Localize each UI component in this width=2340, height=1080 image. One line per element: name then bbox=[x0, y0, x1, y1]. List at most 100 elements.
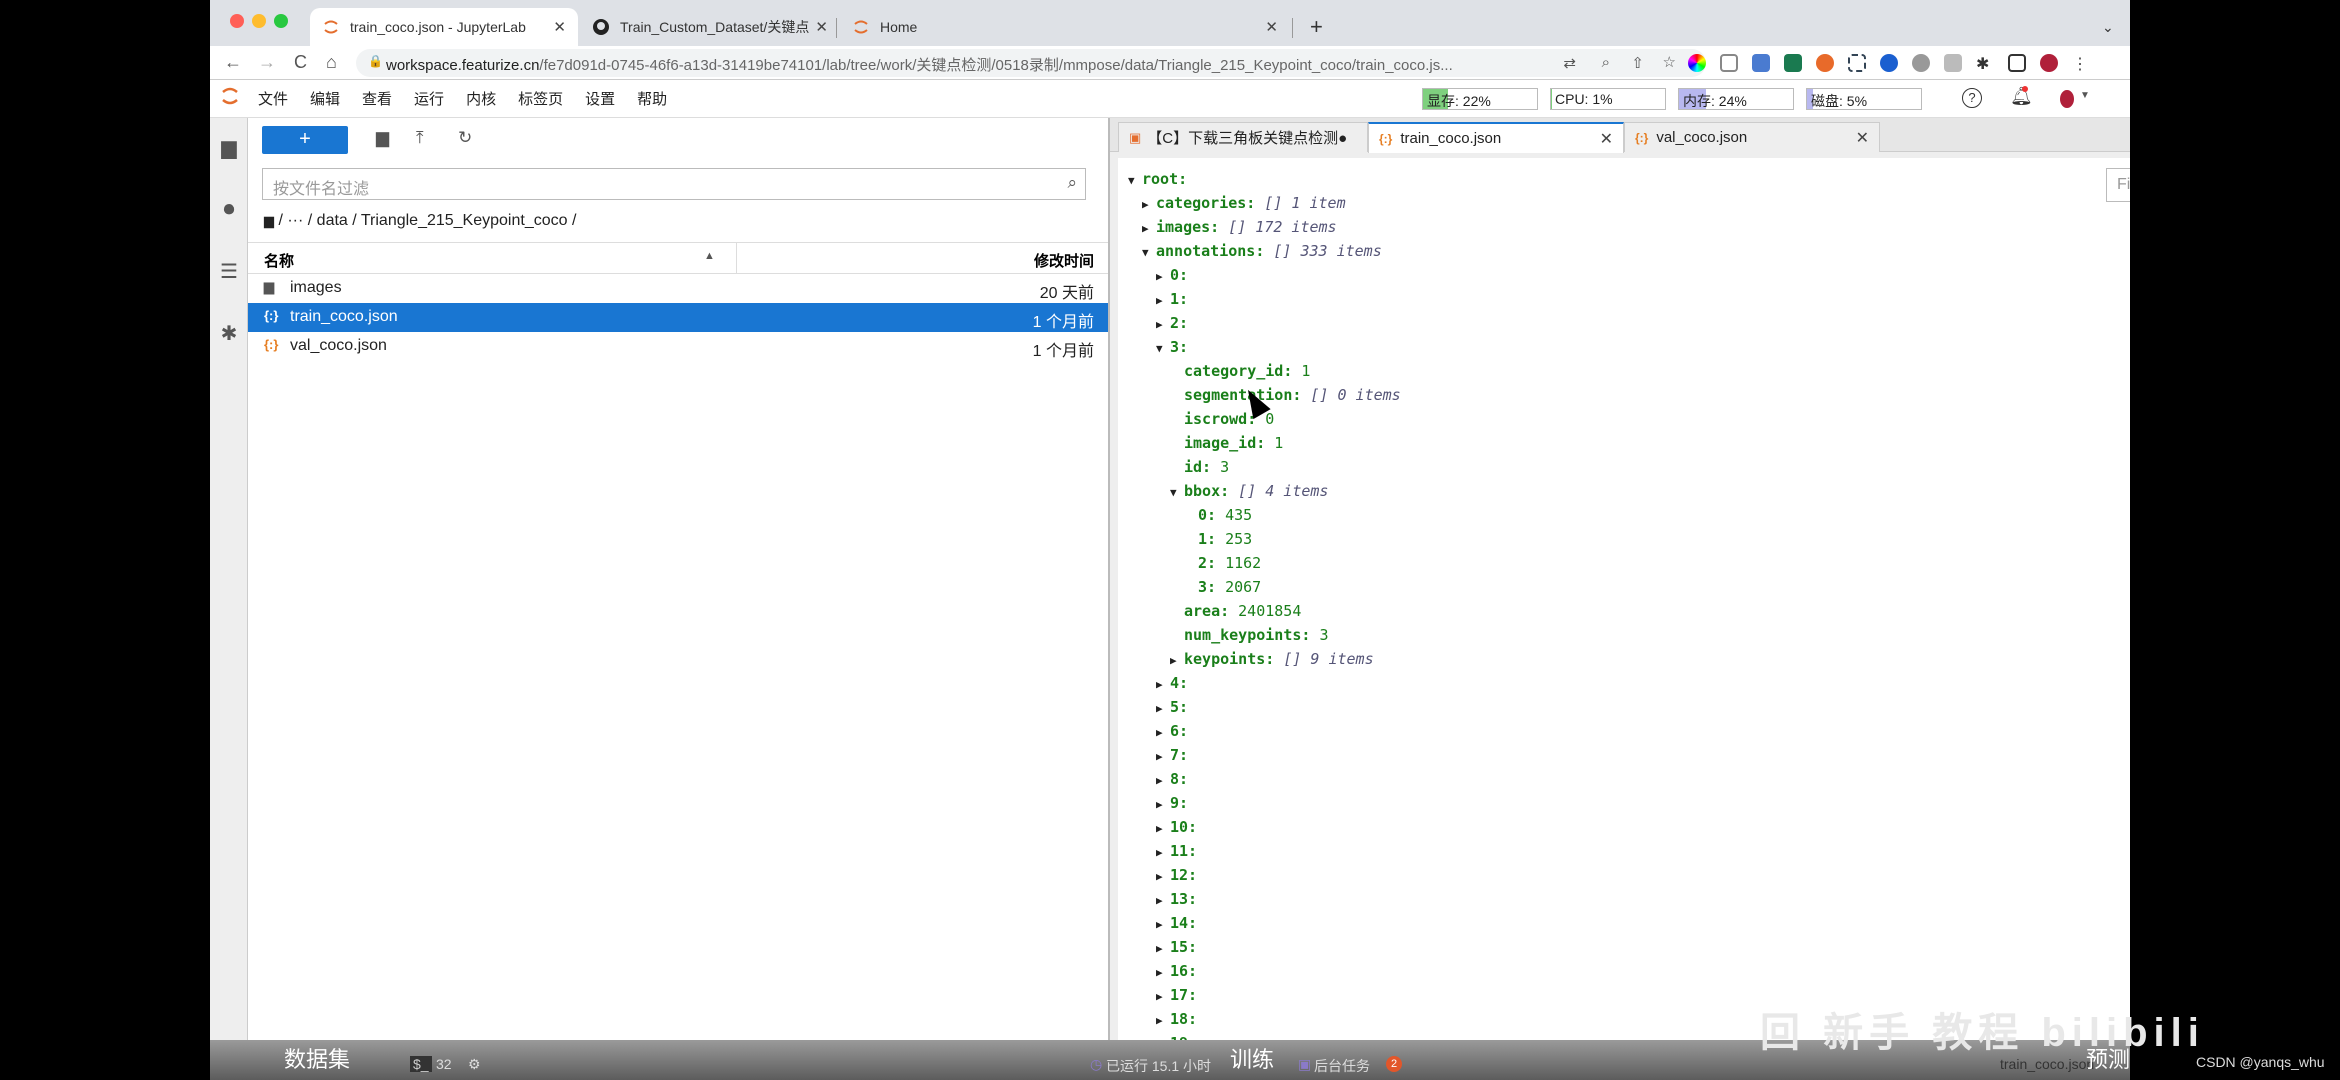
json-tree-row[interactable]: ▶ 13: bbox=[1156, 888, 1197, 910]
doc-tab-val-coco[interactable]: {:} val_coco.json ✕ bbox=[1624, 122, 1880, 152]
collapse-caret-right-icon[interactable]: ▶ bbox=[1156, 842, 1170, 864]
json-tree-row[interactable]: ▶ 18: bbox=[1156, 1008, 1197, 1030]
json-filter-input[interactable]: Filter... ⌕ bbox=[2106, 168, 2130, 202]
menu-edit[interactable]: 编辑 bbox=[310, 88, 340, 109]
expand-caret-down-icon[interactable]: ▼ bbox=[1170, 482, 1184, 504]
expand-caret-down-icon[interactable]: ▼ bbox=[1128, 170, 1142, 192]
menu-view[interactable]: 查看 bbox=[362, 88, 392, 109]
column-modified-header[interactable]: 修改时间 bbox=[1034, 250, 1094, 271]
browser-menu-icon[interactable]: ⋮ bbox=[2072, 54, 2090, 73]
collapse-caret-right-icon[interactable]: ▶ bbox=[1156, 290, 1170, 312]
user-avatar[interactable] bbox=[2060, 90, 2074, 108]
collapse-caret-right-icon[interactable]: ▶ bbox=[1156, 770, 1170, 792]
sort-ascending-icon[interactable]: ▲ bbox=[704, 250, 715, 262]
json-tree-row[interactable]: ▶ 7: bbox=[1156, 744, 1188, 766]
extension-orange-icon[interactable] bbox=[1816, 54, 1834, 72]
new-folder-icon[interactable]: ▆ bbox=[376, 128, 389, 148]
json-tree-row[interactable]: ▶ images: [] 172 items bbox=[1142, 216, 1337, 238]
new-launcher-button[interactable]: + bbox=[262, 126, 348, 154]
browser-tab-jupyterlab[interactable]: train_coco.json - JupyterLab ✕ bbox=[310, 8, 578, 46]
file-row[interactable]: {:} val_coco.json 1 个月前 bbox=[248, 332, 1108, 361]
json-tree-row[interactable]: ▶ keypoints: [] 9 items bbox=[1170, 648, 1374, 670]
refresh-icon[interactable]: ↻ bbox=[458, 128, 472, 148]
doc-tab-notebook[interactable]: ▣ 【C】下载三角板关键点检测● bbox=[1118, 122, 1368, 152]
collapse-caret-right-icon[interactable]: ▶ bbox=[1156, 914, 1170, 936]
collapse-caret-right-icon[interactable]: ▶ bbox=[1156, 266, 1170, 288]
collapse-caret-right-icon[interactable]: ▶ bbox=[1156, 674, 1170, 696]
json-tree-row[interactable]: ▶ 9: bbox=[1156, 792, 1188, 814]
close-tab-icon[interactable]: ✕ bbox=[815, 18, 828, 36]
extension-grid-icon[interactable] bbox=[1944, 54, 1962, 72]
extensions-puzzle-icon[interactable]: ✱ bbox=[1976, 54, 1994, 73]
json-tree-row[interactable]: ▶ 6: bbox=[1156, 720, 1188, 742]
json-tree-row[interactable]: ▶ 2: bbox=[1156, 312, 1188, 334]
json-tree-row[interactable]: ▼ root: bbox=[1128, 168, 1187, 190]
collapse-caret-right-icon[interactable]: ▶ bbox=[1142, 218, 1156, 240]
json-tree-row[interactable]: ▶ 0: bbox=[1156, 264, 1188, 286]
menu-tabs[interactable]: 标签页 bbox=[518, 88, 563, 109]
file-filter-input[interactable]: 按文件名过滤 ⌕ bbox=[262, 168, 1086, 200]
breadcrumb-path[interactable]: / ··· / data / Triangle_215_Keypoint_coc… bbox=[278, 212, 576, 229]
collapse-caret-right-icon[interactable]: ▶ bbox=[1156, 890, 1170, 912]
collapse-caret-right-icon[interactable]: ▶ bbox=[1156, 938, 1170, 960]
folder-icon[interactable]: ▆ bbox=[218, 136, 240, 159]
extension-puzzle-icon[interactable]: ✱ bbox=[218, 322, 240, 345]
collapse-caret-right-icon[interactable]: ▶ bbox=[1156, 962, 1170, 984]
extension-gray-icon[interactable] bbox=[1912, 54, 1930, 72]
profile-avatar[interactable] bbox=[2040, 54, 2058, 72]
json-tree-row[interactable]: ▶ 17: bbox=[1156, 984, 1197, 1006]
doc-tab-train-coco[interactable]: {:} train_coco.json ✕ bbox=[1368, 122, 1624, 153]
collapse-caret-right-icon[interactable]: ▶ bbox=[1156, 794, 1170, 816]
json-tree-row[interactable]: ▶19: bbox=[1156, 1032, 1197, 1040]
collapse-caret-right-icon[interactable]: ▶ bbox=[1156, 986, 1170, 1008]
json-tree-row[interactable]: ▶ categories: [] 1 item bbox=[1142, 192, 1346, 214]
kernel-gear-icon[interactable]: ⚙ bbox=[468, 1056, 481, 1073]
json-tree-row[interactable]: ▶ 11: bbox=[1156, 840, 1197, 862]
expand-caret-down-icon[interactable]: ▼ bbox=[1156, 338, 1170, 360]
extension-color-icon[interactable] bbox=[1688, 54, 1706, 72]
share-icon[interactable]: ⇧ bbox=[1631, 54, 1644, 72]
json-tree-row[interactable]: ▼ bbox: [] 4 items bbox=[1170, 480, 1328, 502]
json-tree-row[interactable]: ▶ 15: bbox=[1156, 936, 1197, 958]
json-tree-row[interactable]: ▶ 1: bbox=[1156, 288, 1188, 310]
menu-help[interactable]: 帮助 bbox=[637, 88, 667, 109]
json-tree-row[interactable]: ▼ annotations: [] 333 items bbox=[1142, 240, 1382, 262]
collapse-caret-right-icon[interactable]: ▶ bbox=[1170, 650, 1184, 672]
minimize-window-button[interactable] bbox=[252, 14, 266, 28]
home-button[interactable]: ⌂ bbox=[326, 52, 337, 73]
forward-button[interactable]: → bbox=[258, 52, 276, 73]
sidepanel-icon[interactable] bbox=[2008, 54, 2026, 72]
close-tab-icon[interactable]: ✕ bbox=[1265, 18, 1278, 36]
json-tree-row[interactable]: ▼ 3: bbox=[1156, 336, 1188, 358]
json-tree-row[interactable]: ▶ 4: bbox=[1156, 672, 1188, 694]
terminal-count[interactable]: 32 bbox=[436, 1056, 452, 1072]
browser-tab-github[interactable]: Train_Custom_Dataset/关键点 ✕ bbox=[580, 8, 840, 46]
collapse-caret-right-icon[interactable]: ▶ bbox=[1156, 698, 1170, 720]
translate-icon[interactable]: ⇄ bbox=[1563, 54, 1576, 72]
user-menu-chevron-icon[interactable]: ▼ bbox=[2080, 90, 2090, 101]
extension-screen-icon[interactable] bbox=[1752, 54, 1770, 72]
extension-s-icon[interactable] bbox=[1784, 54, 1802, 72]
tab-search-icon[interactable]: ⌄ bbox=[2090, 8, 2126, 46]
json-tree-row[interactable]: ▶ 10: bbox=[1156, 816, 1197, 838]
extension-capture-icon[interactable] bbox=[1848, 54, 1866, 72]
collapse-caret-right-icon[interactable]: ▶ bbox=[1156, 722, 1170, 744]
json-tree-row[interactable]: ▶ 16: bbox=[1156, 960, 1197, 982]
extension-z-icon[interactable] bbox=[1880, 54, 1898, 72]
extension-shield-icon[interactable] bbox=[1720, 54, 1738, 72]
running-stop-icon[interactable]: ⏺ bbox=[218, 196, 240, 221]
menu-file[interactable]: 文件 bbox=[258, 88, 288, 109]
back-button[interactable]: ← bbox=[224, 52, 242, 73]
collapse-caret-right-icon[interactable]: ▶ bbox=[1156, 1010, 1170, 1032]
json-tree-row[interactable]: ▶ 5: bbox=[1156, 696, 1188, 718]
zoom-icon[interactable]: ⌕ bbox=[1602, 54, 1610, 71]
close-tab-icon[interactable]: ✕ bbox=[1856, 128, 1869, 148]
collapse-caret-right-icon[interactable]: ▶ bbox=[1156, 818, 1170, 840]
expand-caret-down-icon[interactable]: ▼ bbox=[1142, 242, 1156, 264]
url-field[interactable]: 🔒 workspace.featurize.cn/fe7d091d-0745-4… bbox=[356, 49, 1706, 77]
close-tab-icon[interactable]: ✕ bbox=[1600, 129, 1613, 149]
file-row[interactable]: ▆ images 20 天前 bbox=[248, 274, 1108, 303]
collapse-caret-right-icon[interactable]: ▶ bbox=[1156, 746, 1170, 768]
upload-icon[interactable]: ⤒ bbox=[416, 128, 424, 148]
menu-settings[interactable]: 设置 bbox=[585, 88, 615, 109]
